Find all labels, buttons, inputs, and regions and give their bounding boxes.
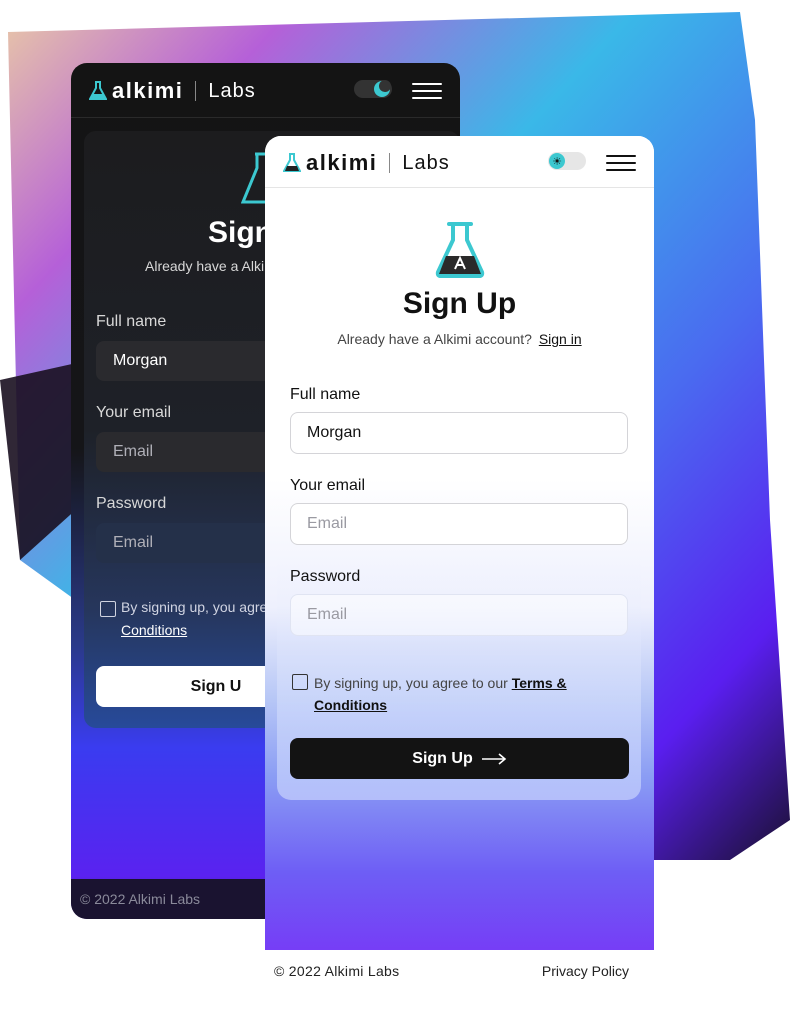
terms-text: By signing up, you agree to our Terms & … <box>314 672 567 716</box>
brand-sub: Labs <box>208 79 256 102</box>
email-label: Your email <box>290 477 366 494</box>
dark-password-label: Password <box>96 495 167 512</box>
password-input[interactable]: Email <box>290 594 628 636</box>
menu-icon[interactable] <box>606 155 636 171</box>
dark-terms-checkbox[interactable] <box>100 601 116 617</box>
dark-password-input[interactable]: Email <box>96 523 276 563</box>
full-name-input[interactable]: Morgan <box>290 412 628 454</box>
conditions-link[interactable]: Conditions <box>314 697 387 713</box>
dark-copyright: © 2022 Alkimi Labs <box>80 891 201 907</box>
brand-separator <box>195 81 197 101</box>
signup-button-label: Sign Up <box>412 749 473 767</box>
terms-prefix: By signing up, you agree to our <box>314 675 508 691</box>
signin-prompt: Already have a Alkimi account? Sign in <box>265 331 654 347</box>
dark-header: alkimi Labs <box>71 63 460 118</box>
signin-link[interactable]: Sign in <box>539 331 582 347</box>
brand-name: alkimi <box>306 150 378 175</box>
theme-toggle[interactable]: ☀ <box>548 152 586 170</box>
sun-icon: ☀ <box>549 153 565 169</box>
dark-subtitle: Already have a Alki <box>145 258 265 274</box>
privacy-policy-link[interactable]: Privacy Policy <box>542 963 629 979</box>
password-label: Password <box>290 568 361 585</box>
light-header: alkimi Labs ☀ <box>265 136 654 188</box>
flask-logo-icon <box>89 81 107 100</box>
flask-emblem-icon <box>435 222 485 278</box>
copyright: © 2022 Alkimi Labs <box>274 963 400 979</box>
moon-icon <box>374 80 391 97</box>
full-name-label: Full name <box>290 386 361 403</box>
brand-separator <box>389 153 391 173</box>
arrow-right-icon <box>481 752 506 765</box>
brand-name: alkimi <box>112 78 184 103</box>
dark-terms-text: By signing up, you agre <box>121 599 268 615</box>
brand-logo: alkimi Labs <box>283 150 450 176</box>
light-mode-phone-preview: alkimi Labs ☀ Sign Up Already have a Alk… <box>265 136 654 992</box>
terms-checkbox[interactable] <box>292 674 308 690</box>
signup-button[interactable]: Sign Up <box>290 738 629 779</box>
dark-email-label: Your email <box>96 404 172 421</box>
dark-email-input[interactable]: Email <box>96 432 276 472</box>
flask-logo-icon <box>283 153 301 172</box>
brand-sub: Labs <box>402 151 450 174</box>
dark-signup-button[interactable]: Sign U <box>96 666 276 707</box>
dark-full-name-label: Full name <box>96 313 167 330</box>
terms-link[interactable]: Terms & <box>512 675 567 691</box>
email-input[interactable]: Email <box>290 503 628 545</box>
page-title: Sign Up <box>402 287 517 320</box>
light-footer: © 2022 Alkimi Labs Privacy Policy <box>265 950 654 992</box>
dark-signup-button-label: Sign U <box>190 677 242 695</box>
dark-terms-link[interactable]: Conditions <box>121 622 187 638</box>
brand-logo: alkimi Labs <box>89 78 256 104</box>
dark-title: Sign <box>208 216 273 249</box>
dark-full-name-input[interactable]: Morgan <box>96 341 276 381</box>
menu-icon[interactable] <box>412 83 442 99</box>
theme-toggle[interactable] <box>354 80 392 98</box>
signin-prompt-text: Already have a Alkimi account? <box>337 331 532 347</box>
